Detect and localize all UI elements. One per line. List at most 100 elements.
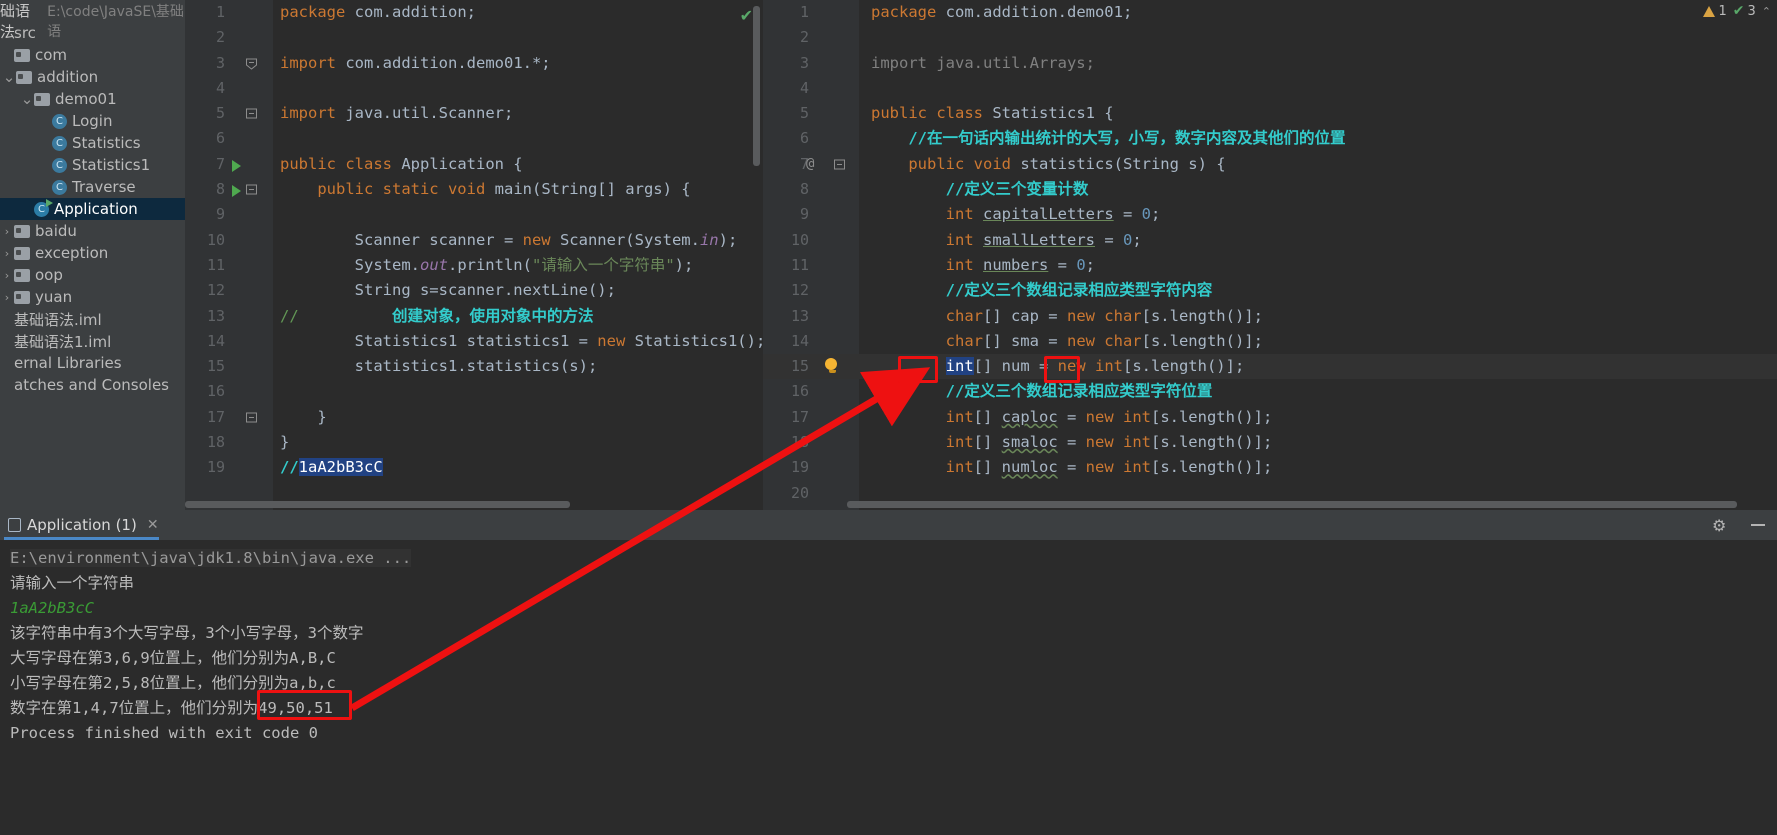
code-line[interactable]: 4 bbox=[185, 76, 763, 101]
code-line[interactable]: 10 Scanner scanner = new Scanner(System.… bbox=[185, 228, 763, 253]
code-text[interactable]: Statistics1 statistics1 = new Statistics… bbox=[280, 329, 763, 354]
tree-item-ernal-libraries[interactable]: ernal Libraries bbox=[0, 352, 185, 374]
tree-item-login[interactable]: C Login bbox=[0, 110, 185, 132]
code-line[interactable]: 5 public class Statistics1 { bbox=[763, 101, 1777, 126]
tree-item-addition[interactable]: ⌄ addition bbox=[0, 66, 185, 88]
code-text[interactable]: int smallLetters = 0; bbox=[871, 228, 1142, 253]
code-text[interactable]: import java.util.Arrays; bbox=[871, 51, 1095, 76]
code-text[interactable]: public static void main(String[] args) { bbox=[280, 177, 690, 202]
code-line[interactable]: 17 int[] caploc = new int[s.length()]; bbox=[763, 405, 1777, 430]
tree-item-baidu[interactable]: › baidu bbox=[0, 220, 185, 242]
code-line[interactable]: 11 int numbers = 0; bbox=[763, 253, 1777, 278]
code-line[interactable]: 14 Statistics1 statistics1 = new Statist… bbox=[185, 329, 763, 354]
run-tab-application[interactable]: Application (1) ✕ bbox=[0, 510, 169, 540]
code-line[interactable]: 6 //在一句话内输出统计的大写，小写，数字内容及其他们的位置 bbox=[763, 126, 1777, 151]
code-fold-icon[interactable] bbox=[245, 411, 258, 424]
code-line[interactable]: 11 System.out.println("请输入一个字符串"); bbox=[185, 253, 763, 278]
tree-item-基础语法1-iml[interactable]: 基础语法1.iml bbox=[0, 330, 185, 352]
code-line[interactable]: 8 public static void main(String[] args)… bbox=[185, 177, 763, 202]
code-line[interactable]: 3 import java.util.Arrays; bbox=[763, 51, 1777, 76]
editor-left-vscrollbar[interactable] bbox=[753, 6, 760, 166]
code-line[interactable]: 17 } bbox=[185, 405, 763, 430]
code-line[interactable]: 3 import com.addition.demo01.*; bbox=[185, 51, 763, 76]
tree-item-exception[interactable]: › exception bbox=[0, 242, 185, 264]
code-text[interactable]: // 创建对象，使用对象中的方法 bbox=[280, 304, 594, 329]
code-text[interactable]: public class Statistics1 { bbox=[871, 101, 1114, 126]
code-line[interactable]: 7 @ public void statistics(String s) { bbox=[763, 152, 1777, 177]
code-line[interactable]: 13 char[] cap = new char[s.length()]; bbox=[763, 304, 1777, 329]
inspection-widget[interactable]: 1 ✔ 3 ⌃ bbox=[1703, 3, 1771, 19]
code-line[interactable]: 2 bbox=[185, 25, 763, 50]
chevron-down-icon[interactable]: ⌄ bbox=[20, 92, 34, 107]
code-line[interactable]: 6 bbox=[185, 126, 763, 151]
chevron-right-icon[interactable]: › bbox=[0, 225, 14, 238]
code-text[interactable]: //定义三个数组记录相应类型字符位置 bbox=[871, 379, 1213, 404]
code-text[interactable]: //定义三个数组记录相应类型字符内容 bbox=[871, 278, 1213, 303]
tree-item-traverse[interactable]: C Traverse bbox=[0, 176, 185, 198]
code-line[interactable]: 19 //1aA2bB3cC bbox=[185, 455, 763, 480]
tree-item-atches-and-consoles[interactable]: atches and Consoles bbox=[0, 374, 185, 396]
code-text[interactable]: package com.addition.demo01; bbox=[871, 0, 1132, 25]
code-line[interactable]: 18} bbox=[185, 430, 763, 455]
code-line[interactable]: 18 int[] smaloc = new int[s.length()]; bbox=[763, 430, 1777, 455]
run-gutter-icon[interactable] bbox=[232, 159, 241, 172]
close-icon[interactable]: ✕ bbox=[147, 517, 159, 533]
code-line[interactable]: 5 import java.util.Scanner; bbox=[185, 101, 763, 126]
minimize-icon[interactable] bbox=[1751, 524, 1765, 526]
code-line[interactable]: 13 // 创建对象，使用对象中的方法 bbox=[185, 304, 763, 329]
code-line[interactable]: 19 int[] numloc = new int[s.length()]; bbox=[763, 455, 1777, 480]
intention-bulb-icon[interactable] bbox=[825, 358, 839, 374]
code-text[interactable]: Scanner scanner = new Scanner(System.in)… bbox=[280, 228, 738, 253]
code-line[interactable]: 12 String s=scanner.nextLine(); bbox=[185, 278, 763, 303]
chevron-up-icon[interactable]: ⌃ bbox=[1762, 5, 1771, 18]
inspection-warnings[interactable]: 1 bbox=[1703, 4, 1727, 19]
gear-icon[interactable]: ⚙ bbox=[1712, 517, 1729, 534]
code-text[interactable]: System.out.println("请输入一个字符串"); bbox=[280, 253, 694, 278]
tree-item-yuan[interactable]: › yuan bbox=[0, 286, 185, 308]
code-line[interactable]: 7 public class Application { bbox=[185, 152, 763, 177]
chevron-down-icon[interactable]: ⌄ bbox=[2, 70, 16, 85]
editor-pane-right[interactable]: 1 package com.addition.demo01; 2 3 import ja… bbox=[763, 0, 1777, 510]
code-line[interactable]: 8 //定义三个变量计数 bbox=[763, 177, 1777, 202]
code-fold-icon[interactable] bbox=[245, 183, 258, 196]
code-text[interactable]: int[] numloc = new int[s.length()]; bbox=[871, 455, 1273, 480]
code-line[interactable]: 1 package com.addition; bbox=[185, 0, 763, 25]
code-line[interactable]: 9 int capitalLetters = 0; bbox=[763, 202, 1777, 227]
code-text[interactable]: int numbers = 0; bbox=[871, 253, 1095, 278]
code-text[interactable]: String s=scanner.nextLine(); bbox=[280, 278, 616, 303]
code-text[interactable]: public class Application { bbox=[280, 152, 523, 177]
console-output[interactable]: E:\environment\java\jdk1.8\bin\java.exe … bbox=[0, 540, 1777, 835]
code-text[interactable]: char[] cap = new char[s.length()]; bbox=[871, 304, 1263, 329]
code-line[interactable]: 12 //定义三个数组记录相应类型字符内容 bbox=[763, 278, 1777, 303]
chevron-right-icon[interactable]: › bbox=[0, 247, 14, 260]
run-gutter-icon[interactable] bbox=[232, 185, 241, 198]
override-marker-icon[interactable]: @ bbox=[806, 152, 814, 177]
code-text[interactable]: import com.addition.demo01.*; bbox=[280, 51, 551, 76]
editor-pane-left[interactable]: 1 package com.addition; 2 3 import com.addit… bbox=[185, 0, 763, 510]
code-text[interactable]: int[] smaloc = new int[s.length()]; bbox=[871, 430, 1273, 455]
tree-item-基础语法-iml[interactable]: 基础语法.iml bbox=[0, 308, 185, 330]
chevron-right-icon[interactable]: › bbox=[0, 269, 14, 282]
tree-item-demo01[interactable]: ⌄ demo01 bbox=[0, 88, 185, 110]
editor-left-hscrollbar[interactable] bbox=[185, 501, 570, 508]
code-text[interactable]: int capitalLetters = 0; bbox=[871, 202, 1161, 227]
code-fold-icon[interactable] bbox=[245, 57, 258, 70]
code-text[interactable]: import java.util.Scanner; bbox=[280, 101, 513, 126]
code-line[interactable]: 1 package com.addition.demo01; bbox=[763, 0, 1777, 25]
code-text[interactable]: package com.addition; bbox=[280, 0, 476, 25]
code-fold-icon[interactable] bbox=[245, 107, 258, 120]
code-line[interactable]: 16 //定义三个数组记录相应类型字符位置 bbox=[763, 379, 1777, 404]
code-fold-icon[interactable] bbox=[833, 158, 846, 171]
code-line[interactable]: 4 bbox=[763, 76, 1777, 101]
code-line[interactable]: 16 bbox=[185, 379, 763, 404]
code-text[interactable]: int[] caploc = new int[s.length()]; bbox=[871, 405, 1273, 430]
code-line[interactable]: 9 bbox=[185, 202, 763, 227]
code-text[interactable]: //1aA2bB3cC bbox=[280, 455, 383, 480]
code-line[interactable]: 10 int smallLetters = 0; bbox=[763, 228, 1777, 253]
code-lines-right[interactable]: 1 package com.addition.demo01; 2 3 import ja… bbox=[763, 0, 1777, 506]
tree-item-oop[interactable]: › oop bbox=[0, 264, 185, 286]
project-tree[interactable]: src com ⌄ addition ⌄ demo01 C Login C Statisti… bbox=[0, 22, 185, 396]
code-line[interactable]: 2 bbox=[763, 25, 1777, 50]
code-text[interactable]: } bbox=[280, 430, 289, 455]
chevron-right-icon[interactable]: › bbox=[0, 291, 14, 304]
